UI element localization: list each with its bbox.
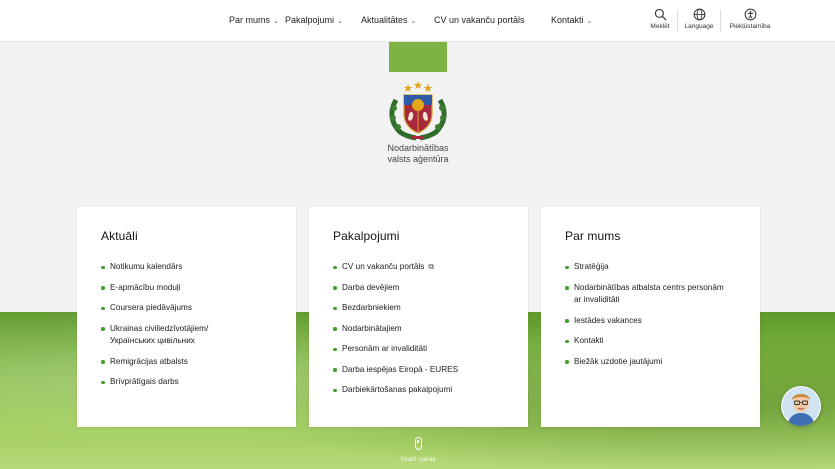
nav-cv-portals[interactable]: CV un vakanču portāls	[434, 15, 525, 25]
list-item[interactable]: Darba iespējas Eiropā - EURES	[333, 364, 523, 377]
chevron-down-icon: ⌄	[273, 18, 279, 25]
external-link-icon: ⧉	[428, 262, 435, 271]
list-item[interactable]: E-apmācību moduļi	[101, 282, 291, 295]
nav-kontakti[interactable]: Kontakti ⌄	[551, 15, 592, 25]
nav-item-label: Par mums	[229, 15, 271, 25]
agency-name-line2: valsts aģentūra	[387, 154, 449, 164]
list-item[interactable]: CV un vakanču portāls ⧉	[333, 261, 523, 274]
list-item[interactable]: Biežāk uzdotie jautājumi	[565, 356, 755, 369]
accessibility-button[interactable]: Piekļūstamība	[724, 8, 776, 30]
globe-icon	[693, 8, 705, 21]
nav-par-mums[interactable]: Par mums ⌄	[229, 15, 279, 25]
card-list: CV un vakanču portāls ⧉ Darba devējiem Be…	[333, 261, 523, 405]
card-title: Pakalpojumi	[333, 229, 400, 243]
brand-stripe	[389, 42, 447, 72]
divider	[720, 10, 721, 32]
agency-name[interactable]: Nodarbinātības valsts aģentūra	[340, 143, 496, 165]
accessibility-icon	[744, 8, 756, 21]
list-item[interactable]: Notikumu kalendārs	[101, 261, 291, 274]
scroll-hint-label: Skatīt vairāk	[400, 456, 436, 463]
search-label: Meklēt	[650, 23, 670, 30]
list-item[interactable]: Remigrācijas atbalsts	[101, 356, 291, 369]
search-icon	[654, 8, 666, 21]
list-item[interactable]: Ukrainas civiliedzīvotājiem/ Українських…	[101, 323, 241, 348]
list-item[interactable]: Nodarbinātības atbalsta centrs personām …	[565, 282, 725, 307]
nav-pakalpojumi[interactable]: Pakalpojumi ⌄	[285, 15, 343, 25]
list-item[interactable]: Bezdarbniekiem	[333, 302, 523, 315]
nav-item-label: Aktualitātes	[361, 15, 408, 25]
list-item[interactable]: Stratēģija	[565, 261, 755, 274]
card-par-mums: Par mums Stratēģija Nodarbinātības atbal…	[541, 207, 760, 427]
card-pakalpojumi: Pakalpojumi CV un vakanču portāls ⧉ Darba…	[309, 207, 528, 427]
list-item[interactable]: Darbiekārtošanas pakalpojumi	[333, 384, 523, 397]
list-item[interactable]: Iestādes vakances	[565, 315, 755, 328]
chevron-down-icon: ⌄	[337, 18, 343, 25]
mouse-scroll-icon	[414, 437, 422, 450]
chevron-down-icon: ⌄	[410, 18, 417, 25]
list-item[interactable]: Coursera piedāvājums	[101, 302, 291, 315]
card-aktuali: Aktuāli Notikumu kalendārs E-apmācību mo…	[77, 207, 296, 427]
divider	[677, 10, 678, 32]
list-item[interactable]: Nodarbinātajiem	[333, 323, 523, 336]
language-label: Language	[684, 23, 714, 30]
nav-aktualitates[interactable]: Aktualitātes ⌄	[361, 15, 416, 25]
site-header: Par mums ⌄ Pakalpojumi ⌄ Aktualitātes ⌄ CV …	[0, 0, 835, 42]
list-item[interactable]: Brīvprātīgais darbs	[101, 376, 291, 389]
card-title: Aktuāli	[101, 229, 138, 243]
search-button[interactable]: Meklēt	[646, 8, 674, 30]
chatbot-avatar-icon	[782, 387, 820, 426]
chatbot-button[interactable]	[781, 386, 821, 426]
nav-item-label: CV un vakanču portāls	[434, 15, 525, 25]
list-item-label: CV un vakanču portāls	[342, 262, 425, 271]
nav-item-label: Pakalpojumi	[285, 15, 335, 25]
latvia-coat-of-arms-icon[interactable]	[384, 80, 452, 142]
card-list: Notikumu kalendārs E-apmācību moduļi Cou…	[101, 261, 291, 397]
card-title: Par mums	[565, 229, 621, 243]
accessibility-label: Piekļūstamība	[729, 23, 771, 30]
list-item[interactable]: Personām ar invaliditāti	[333, 343, 523, 356]
agency-name-line1: Nodarbinātības	[387, 143, 449, 153]
list-item[interactable]: Kontakti	[565, 335, 755, 348]
chevron-down-icon: ⌄	[586, 18, 593, 25]
card-list: Stratēģija Nodarbinātības atbalsta centr…	[565, 261, 755, 376]
list-item[interactable]: Darba devējiem	[333, 282, 523, 295]
nav-item-label: Kontakti	[551, 15, 584, 25]
language-button[interactable]: Language	[682, 8, 716, 30]
scroll-hint[interactable]: Skatīt vairāk	[398, 437, 438, 463]
